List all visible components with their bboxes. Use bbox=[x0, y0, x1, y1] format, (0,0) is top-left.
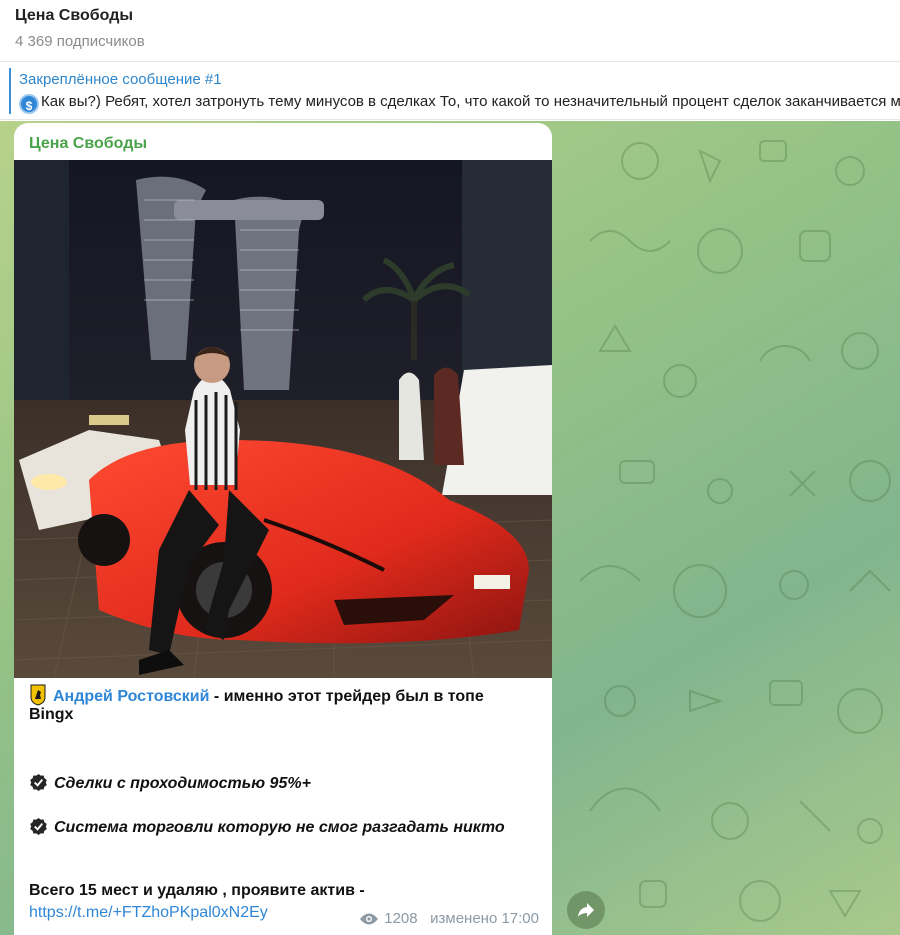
post-meta: 1208 изменено 17:00 bbox=[359, 910, 539, 927]
chat-area: Цена Свободы Андрей Ростовский - именно … bbox=[0, 121, 900, 935]
view-count: 1208 bbox=[384, 910, 418, 927]
author-link[interactable]: Андрей Ростовский bbox=[53, 688, 209, 705]
channel-post[interactable]: Цена Свободы Андрей Ростовский - именно … bbox=[14, 123, 552, 935]
photo-image bbox=[14, 160, 552, 678]
verified-check-icon bbox=[30, 773, 47, 792]
post-line-bingx: Bingx bbox=[29, 706, 74, 723]
edited-time: изменено 17:00 bbox=[430, 910, 539, 927]
verified-check-icon bbox=[30, 817, 47, 836]
prancing-horse-icon bbox=[30, 684, 46, 706]
forward-arrow-icon bbox=[578, 903, 594, 917]
coin-icon: $ bbox=[19, 94, 39, 114]
subscriber-count: 4 369 подписчиков bbox=[15, 33, 145, 50]
post-point-1: Сделки с проходимостью 95%+ bbox=[29, 773, 311, 793]
pinned-title: Закреплённое сообщение #1 bbox=[19, 71, 222, 88]
point-2-text: Система торговли которую не смог разгада… bbox=[54, 819, 505, 836]
post-point-2: Система торговли которую не смог разгада… bbox=[29, 817, 505, 837]
pinned-indicator bbox=[9, 68, 11, 114]
pinned-message-bar[interactable]: Закреплённое сообщение #1 $ Как вы?) Ребя… bbox=[0, 63, 900, 120]
chat-header[interactable]: Цена Свободы 4 369 подписчиков bbox=[0, 0, 900, 62]
post-line-author: Андрей Ростовский - именно этот трейдер … bbox=[29, 684, 484, 706]
share-button[interactable] bbox=[567, 891, 605, 929]
author-description: - именно этот трейдер был в топе bbox=[209, 688, 484, 705]
pinned-preview-text: Как вы?) Ребят, хотел затронуть тему мин… bbox=[41, 93, 900, 110]
channel-title[interactable]: Цена Свободы bbox=[15, 7, 133, 25]
post-link-line: https://t.me/+FTZhoPKpal0xN2Ey bbox=[29, 904, 268, 922]
point-1-text: Сделки с проходимостью 95%+ bbox=[54, 775, 311, 792]
post-photo[interactable] bbox=[14, 160, 552, 678]
post-channel-name[interactable]: Цена Свободы bbox=[29, 135, 147, 153]
pinned-preview: $ Как вы?) Ребят, хотел затронуть тему ми… bbox=[19, 93, 900, 114]
eye-icon bbox=[360, 913, 379, 925]
invite-link[interactable]: https://t.me/+FTZhoPKpal0xN2Ey bbox=[29, 904, 268, 921]
post-cta: Всего 15 мест и удаляю , проявите актив … bbox=[29, 882, 365, 899]
